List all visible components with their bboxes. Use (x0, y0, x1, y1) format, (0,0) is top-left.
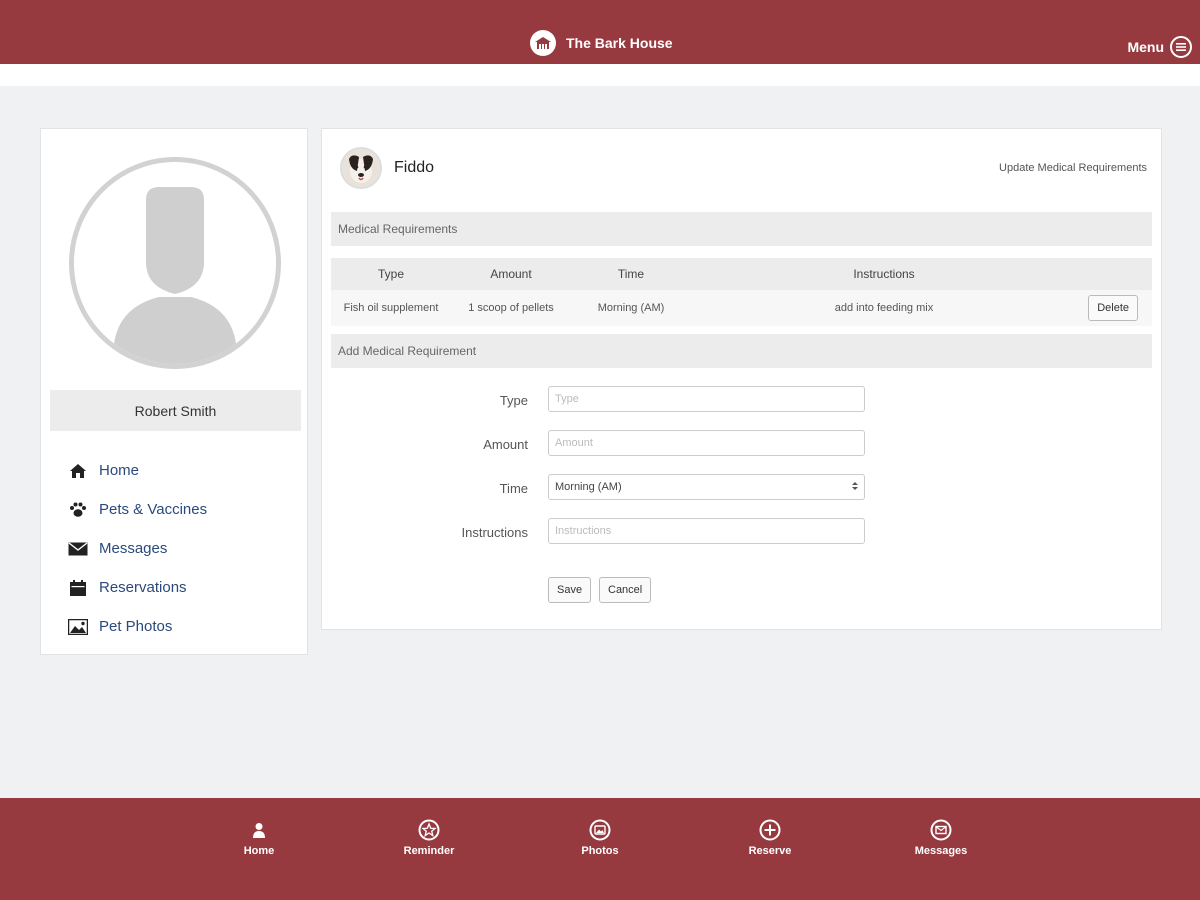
time-select-value: Morning (AM) (555, 481, 622, 493)
tab-messages[interactable]: Messages (896, 818, 986, 857)
cell-type: Fish oil supplement (343, 302, 439, 314)
profile-card: Robert Smith Home Pets & Vaccines Messag… (40, 128, 308, 655)
save-button[interactable]: Save (548, 577, 592, 603)
sidebar-item-label: Home (99, 462, 140, 479)
brand[interactable]: The Bark House (530, 30, 673, 56)
sidebar-item-reservations[interactable]: Reservations (67, 568, 207, 607)
photo-icon (67, 616, 89, 638)
sidebar-item-home[interactable]: Home (67, 451, 207, 490)
tab-label: Reminder (403, 845, 455, 857)
time-select[interactable]: Morning (AM) (548, 474, 865, 500)
sidebar-item-label: Messages (99, 540, 168, 557)
cancel-button[interactable]: Cancel (599, 577, 652, 603)
avatar (69, 157, 281, 369)
photos-icon (588, 818, 612, 842)
column-header-type: Type (377, 267, 404, 281)
top-bar: The Bark House Menu (0, 0, 1200, 64)
pet-name: Fiddo (394, 159, 435, 176)
tab-reserve[interactable]: Reserve (725, 818, 815, 857)
tab-photos[interactable]: Photos (555, 818, 645, 857)
medical-requirements-heading: Medical Requirements (331, 212, 1152, 246)
cell-time: Morning (AM) (597, 302, 665, 314)
star-icon (417, 818, 441, 842)
instructions-label: Instructions (461, 525, 528, 540)
column-header-instructions: Instructions (853, 267, 915, 281)
envelope-icon (67, 538, 89, 560)
column-header-time: Time (617, 267, 645, 281)
plus-icon (758, 818, 782, 842)
menu-label: Menu (1127, 39, 1164, 55)
tab-label: Photos (581, 845, 619, 857)
table-row: Fish oil supplement 1 scoop of pellets M… (331, 290, 1152, 326)
medical-card: Fiddo Update Medical Requirements Medica… (321, 128, 1162, 630)
sidebar-item-messages[interactable]: Messages (67, 529, 207, 568)
select-arrows-icon (852, 481, 858, 494)
cell-instructions: add into feeding mix (834, 302, 934, 314)
instructions-input[interactable] (548, 518, 865, 544)
column-header-amount: Amount (490, 267, 532, 281)
sidebar-nav: Home Pets & Vaccines Messages Reservatio… (67, 451, 207, 646)
sidebar-item-label: Pet Photos (99, 618, 173, 635)
tab-reminder[interactable]: Reminder (384, 818, 474, 857)
pet-avatar (340, 147, 382, 189)
header-spacer (0, 64, 1200, 86)
update-medical-requirements-link[interactable]: Update Medical Requirements (999, 162, 1147, 174)
type-input[interactable] (548, 386, 865, 412)
amount-input[interactable] (548, 430, 865, 456)
home-icon (67, 460, 89, 482)
time-label: Time (499, 481, 528, 496)
sidebar-item-label: Pets & Vaccines (99, 501, 208, 518)
tab-label: Messages (914, 845, 968, 857)
menu-button[interactable]: Menu (1127, 36, 1192, 58)
calendar-icon (67, 577, 89, 599)
sidebar-item-pets-vaccines[interactable]: Pets & Vaccines (67, 490, 207, 529)
hamburger-icon (1170, 36, 1192, 58)
bark-house-logo-icon (530, 30, 556, 56)
add-medical-requirement-heading: Add Medical Requirement (331, 334, 1152, 368)
bottom-nav: Home Reminder Photos Reserve Messages (0, 798, 1200, 900)
table-header: Type Amount Time Instructions (331, 258, 1152, 290)
brand-name: The Bark House (566, 35, 673, 51)
cell-amount: 1 scoop of pellets (468, 302, 554, 314)
message-icon (929, 818, 953, 842)
user-name: Robert Smith (50, 390, 301, 431)
paw-icon (67, 499, 89, 521)
sidebar-item-label: Reservations (99, 579, 187, 596)
type-label: Type (499, 393, 528, 408)
delete-button[interactable]: Delete (1088, 295, 1138, 321)
sidebar-item-pet-photos[interactable]: Pet Photos (67, 607, 207, 646)
tab-label: Home (243, 845, 275, 857)
tab-label: Reserve (748, 845, 792, 857)
amount-label: Amount (483, 437, 528, 452)
tab-home[interactable]: Home (214, 818, 304, 857)
person-icon (247, 818, 271, 842)
